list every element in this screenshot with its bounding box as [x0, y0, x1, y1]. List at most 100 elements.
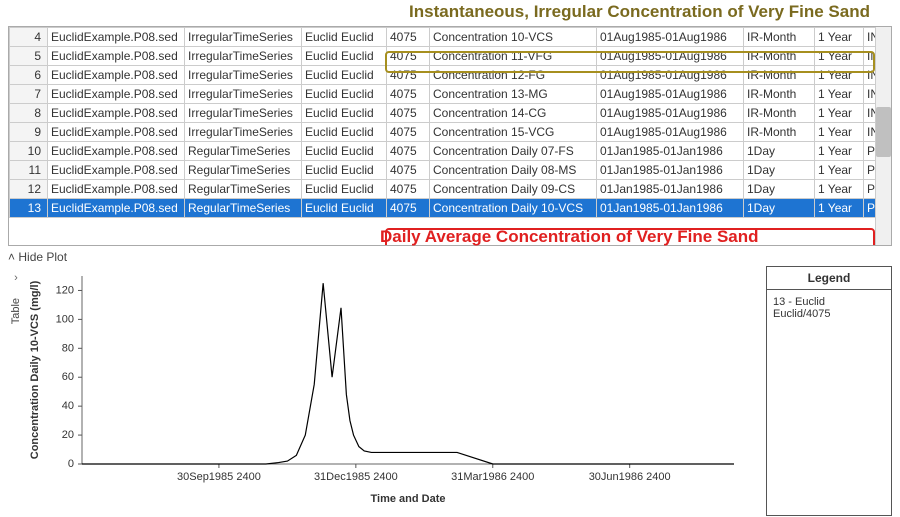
cell-range[interactable]: 01Jan1985-01Jan1986: [597, 142, 744, 161]
cell-var[interactable]: Concentration 11-VFG: [430, 47, 597, 66]
cell-id[interactable]: 4075: [387, 142, 430, 161]
chart-area[interactable]: 02040608010012030Sep1985 240031Dec1985 2…: [24, 266, 760, 516]
cell-step[interactable]: IR-Month: [744, 85, 815, 104]
data-table[interactable]: 4EuclidExample.P08.sedIrregularTimeSerie…: [9, 27, 892, 218]
cell-range[interactable]: 01Jan1985-01Jan1986: [597, 161, 744, 180]
cell-step[interactable]: 1Day: [744, 180, 815, 199]
cell-loc[interactable]: Euclid Euclid: [302, 47, 387, 66]
cell-range[interactable]: 01Jan1985-01Jan1986: [597, 180, 744, 199]
table-row[interactable]: 10EuclidExample.P08.sedRegularTimeSeries…: [10, 142, 893, 161]
cell-file[interactable]: EuclidExample.P08.sed: [48, 47, 185, 66]
cell-file[interactable]: EuclidExample.P08.sed: [48, 180, 185, 199]
cell-range[interactable]: 01Aug1985-01Aug1986: [597, 85, 744, 104]
cell-step[interactable]: IR-Month: [744, 66, 815, 85]
cell-var[interactable]: Concentration Daily 09-CS: [430, 180, 597, 199]
cell-file[interactable]: EuclidExample.P08.sed: [48, 28, 185, 47]
cell-type[interactable]: RegularTimeSeries: [185, 161, 302, 180]
cell-loc[interactable]: Euclid Euclid: [302, 85, 387, 104]
cell-span[interactable]: 1 Year: [815, 104, 864, 123]
cell-var[interactable]: Concentration 12-FG: [430, 66, 597, 85]
cell-loc[interactable]: Euclid Euclid: [302, 199, 387, 218]
cell-var[interactable]: Concentration 14-CG: [430, 104, 597, 123]
table-row[interactable]: 5EuclidExample.P08.sedIrregularTimeSerie…: [10, 47, 893, 66]
cell-range[interactable]: 01Jan1985-01Jan1986: [597, 199, 744, 218]
cell-span[interactable]: 1 Year: [815, 161, 864, 180]
cell-step[interactable]: IR-Month: [744, 123, 815, 142]
cell-idx[interactable]: 10: [10, 142, 48, 161]
cell-file[interactable]: EuclidExample.P08.sed: [48, 104, 185, 123]
cell-range[interactable]: 01Aug1985-01Aug1986: [597, 66, 744, 85]
cell-step[interactable]: IR-Month: [744, 47, 815, 66]
cell-loc[interactable]: Euclid Euclid: [302, 123, 387, 142]
cell-type[interactable]: RegularTimeSeries: [185, 180, 302, 199]
cell-step[interactable]: 1Day: [744, 199, 815, 218]
cell-range[interactable]: 01Aug1985-01Aug1986: [597, 123, 744, 142]
cell-idx[interactable]: 7: [10, 85, 48, 104]
cell-step[interactable]: 1Day: [744, 142, 815, 161]
cell-var[interactable]: Concentration Daily 10-VCS: [430, 199, 597, 218]
cell-var[interactable]: Concentration Daily 07-FS: [430, 142, 597, 161]
cell-id[interactable]: 4075: [387, 66, 430, 85]
cell-id[interactable]: 4075: [387, 199, 430, 218]
cell-idx[interactable]: 12: [10, 180, 48, 199]
cell-idx[interactable]: 11: [10, 161, 48, 180]
cell-type[interactable]: IrregularTimeSeries: [185, 28, 302, 47]
table-row[interactable]: 6EuclidExample.P08.sedIrregularTimeSerie…: [10, 66, 893, 85]
cell-idx[interactable]: 8: [10, 104, 48, 123]
cell-loc[interactable]: Euclid Euclid: [302, 104, 387, 123]
table-tab[interactable]: Table: [10, 298, 22, 324]
table-row[interactable]: 13EuclidExample.P08.sedRegularTimeSeries…: [10, 199, 893, 218]
table-row[interactable]: 8EuclidExample.P08.sedIrregularTimeSerie…: [10, 104, 893, 123]
cell-idx[interactable]: 13: [10, 199, 48, 218]
table-row[interactable]: 9EuclidExample.P08.sedIrregularTimeSerie…: [10, 123, 893, 142]
table-row[interactable]: 7EuclidExample.P08.sedIrregularTimeSerie…: [10, 85, 893, 104]
cell-id[interactable]: 4075: [387, 161, 430, 180]
table-scrollbar[interactable]: [875, 27, 891, 245]
cell-step[interactable]: 1Day: [744, 161, 815, 180]
table-row[interactable]: 4EuclidExample.P08.sedIrregularTimeSerie…: [10, 28, 893, 47]
cell-type[interactable]: IrregularTimeSeries: [185, 66, 302, 85]
legend-item[interactable]: 13 - Euclid Euclid/4075: [767, 290, 891, 326]
cell-loc[interactable]: Euclid Euclid: [302, 28, 387, 47]
cell-span[interactable]: 1 Year: [815, 66, 864, 85]
cell-span[interactable]: 1 Year: [815, 180, 864, 199]
hide-plot-toggle[interactable]: ˄ Hide Plot: [8, 248, 892, 266]
cell-loc[interactable]: Euclid Euclid: [302, 142, 387, 161]
expand-side-icon[interactable]: ›: [14, 272, 18, 284]
cell-idx[interactable]: 5: [10, 47, 48, 66]
cell-span[interactable]: 1 Year: [815, 85, 864, 104]
cell-id[interactable]: 4075: [387, 180, 430, 199]
cell-span[interactable]: 1 Year: [815, 123, 864, 142]
cell-type[interactable]: IrregularTimeSeries: [185, 85, 302, 104]
cell-step[interactable]: IR-Month: [744, 104, 815, 123]
table-row[interactable]: 11EuclidExample.P08.sedRegularTimeSeries…: [10, 161, 893, 180]
cell-range[interactable]: 01Aug1985-01Aug1986: [597, 28, 744, 47]
cell-file[interactable]: EuclidExample.P08.sed: [48, 123, 185, 142]
cell-var[interactable]: Concentration Daily 08-MS: [430, 161, 597, 180]
table-row[interactable]: 12EuclidExample.P08.sedRegularTimeSeries…: [10, 180, 893, 199]
data-grid[interactable]: 4EuclidExample.P08.sedIrregularTimeSerie…: [8, 26, 892, 246]
cell-span[interactable]: 1 Year: [815, 199, 864, 218]
cell-idx[interactable]: 4: [10, 28, 48, 47]
cell-file[interactable]: EuclidExample.P08.sed: [48, 85, 185, 104]
cell-range[interactable]: 01Aug1985-01Aug1986: [597, 104, 744, 123]
cell-loc[interactable]: Euclid Euclid: [302, 180, 387, 199]
cell-span[interactable]: 1 Year: [815, 28, 864, 47]
cell-idx[interactable]: 6: [10, 66, 48, 85]
cell-type[interactable]: IrregularTimeSeries: [185, 104, 302, 123]
cell-type[interactable]: IrregularTimeSeries: [185, 47, 302, 66]
cell-id[interactable]: 4075: [387, 123, 430, 142]
cell-file[interactable]: EuclidExample.P08.sed: [48, 142, 185, 161]
cell-idx[interactable]: 9: [10, 123, 48, 142]
scrollbar-thumb[interactable]: [876, 107, 891, 157]
cell-id[interactable]: 4075: [387, 47, 430, 66]
cell-id[interactable]: 4075: [387, 85, 430, 104]
cell-var[interactable]: Concentration 10-VCS: [430, 28, 597, 47]
cell-id[interactable]: 4075: [387, 104, 430, 123]
cell-file[interactable]: EuclidExample.P08.sed: [48, 161, 185, 180]
cell-loc[interactable]: Euclid Euclid: [302, 161, 387, 180]
cell-id[interactable]: 4075: [387, 28, 430, 47]
cell-file[interactable]: EuclidExample.P08.sed: [48, 66, 185, 85]
cell-range[interactable]: 01Aug1985-01Aug1986: [597, 47, 744, 66]
cell-step[interactable]: IR-Month: [744, 28, 815, 47]
